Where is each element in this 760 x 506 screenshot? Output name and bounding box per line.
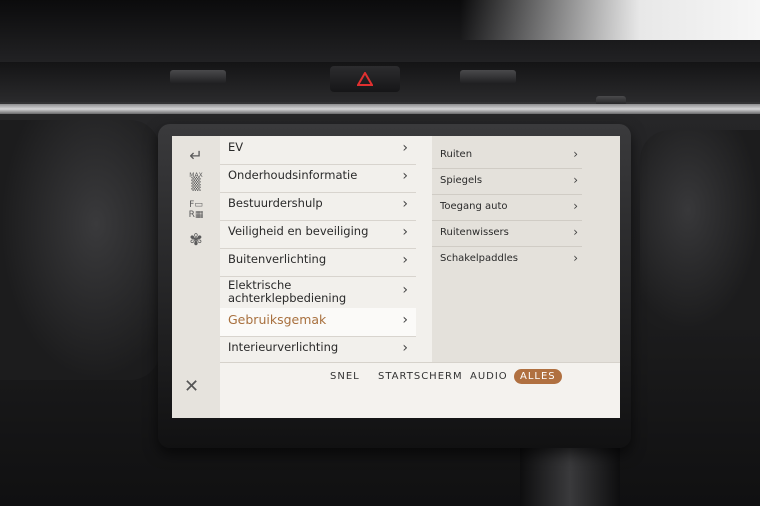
dashboard-trim <box>0 104 760 114</box>
menu-item-label: Interieurverlichting <box>228 340 339 354</box>
chevron-right-icon: › <box>573 225 578 239</box>
chevron-right-icon: › <box>573 173 578 187</box>
menu-item-ev[interactable]: EV › <box>220 136 416 165</box>
chevron-right-icon: › <box>402 340 408 356</box>
menu-item-label: Buitenverlichting <box>228 252 327 266</box>
dashboard-pad-left <box>0 120 160 380</box>
chevron-right-icon: › <box>402 224 408 240</box>
defrost-front-rear-icon[interactable]: F▭ R▦ <box>182 200 210 224</box>
menu-item-buitenverlichting[interactable]: Buitenverlichting › <box>220 248 416 277</box>
rear-label: R <box>188 210 195 220</box>
menu-item-label: Veiligheid en beveiliging <box>228 224 369 238</box>
vent-control[interactable] <box>460 70 516 84</box>
chevron-right-icon: › <box>402 196 408 212</box>
tab-audio[interactable]: AUDIO <box>470 371 508 382</box>
menu-item-label: Bestuurdershulp <box>228 196 323 210</box>
submenu-item-spiegels[interactable]: Spiegels › <box>432 170 582 195</box>
front-label: F <box>189 200 195 210</box>
hazard-icon <box>357 72 373 86</box>
submenu-panel: Ruiten › Spiegels › Toegang auto › Ruite… <box>432 136 620 362</box>
menu-item-achterklep[interactable]: Elektrische achterklepbediening › <box>220 276 416 309</box>
settings-menu: EV › Onderhoudsinformatie › Bestuurdersh… <box>220 136 459 364</box>
submenu-item-label: Spiegels <box>440 175 483 186</box>
menu-item-bestuurdershulp[interactable]: Bestuurdershulp › <box>220 192 416 221</box>
tab-alles[interactable]: ALLES <box>514 369 562 384</box>
menu-item-label: Elektrische achterklepbediening <box>228 278 347 305</box>
chevron-right-icon: › <box>573 199 578 213</box>
chevron-right-icon: › <box>402 312 408 328</box>
hazard-button[interactable] <box>330 66 400 92</box>
tab-snel[interactable]: SNEL <box>330 371 360 382</box>
submenu-item-label: Toegang auto <box>440 201 508 212</box>
submenu-item-schakelpaddles[interactable]: Schakelpaddles › <box>432 248 582 272</box>
fan-icon[interactable]: ✾ <box>182 228 210 252</box>
chevron-right-icon: › <box>402 140 408 156</box>
vent-control[interactable] <box>170 70 226 84</box>
tab-startscherm[interactable]: STARTSCHERM <box>378 371 463 382</box>
dashboard-top <box>0 0 760 120</box>
submenu-item-label: Schakelpaddles <box>440 253 518 264</box>
chevron-right-icon: › <box>573 147 578 161</box>
infotainment-screen: ↵ MAX ▒ F▭ R▦ ✾ ✕ EV › Onderhoudsinforma… <box>172 136 620 418</box>
dashboard-pad-right <box>640 130 760 330</box>
menu-item-gebruiksgemak[interactable]: Gebruiksgemak › <box>220 308 416 337</box>
menu-item-label: Gebruiksgemak <box>228 312 327 327</box>
submenu-item-ruitenwissers[interactable]: Ruitenwissers › <box>432 222 582 247</box>
window-glare <box>460 0 760 40</box>
chevron-right-icon: › <box>402 252 408 268</box>
chevron-right-icon: › <box>573 251 578 265</box>
close-icon[interactable]: ✕ <box>184 376 199 397</box>
menu-item-label: Onderhoudsinformatie <box>228 168 358 182</box>
submenu-item-toegang-auto[interactable]: Toegang auto › <box>432 196 582 221</box>
menu-item-onderhoudsinformatie[interactable]: Onderhoudsinformatie › <box>220 164 416 193</box>
chevron-right-icon: › <box>402 282 408 298</box>
submenu-item-label: Ruiten <box>440 149 473 160</box>
chevron-right-icon: › <box>402 168 408 184</box>
submenu-item-ruiten[interactable]: Ruiten › <box>432 144 582 169</box>
bottom-tab-bar: SNEL STARTSCHERM AUDIO ALLES <box>220 362 620 418</box>
menu-item-veiligheid[interactable]: Veiligheid en beveiliging › <box>220 220 416 249</box>
submenu-item-label: Ruitenwissers <box>440 227 509 238</box>
menu-item-interieurverlichting[interactable]: Interieurverlichting › <box>220 336 416 364</box>
back-arrow-icon[interactable]: ↵ <box>182 144 210 168</box>
max-defrost-icon[interactable]: MAX ▒ <box>182 172 210 196</box>
menu-item-label: EV <box>228 140 244 154</box>
